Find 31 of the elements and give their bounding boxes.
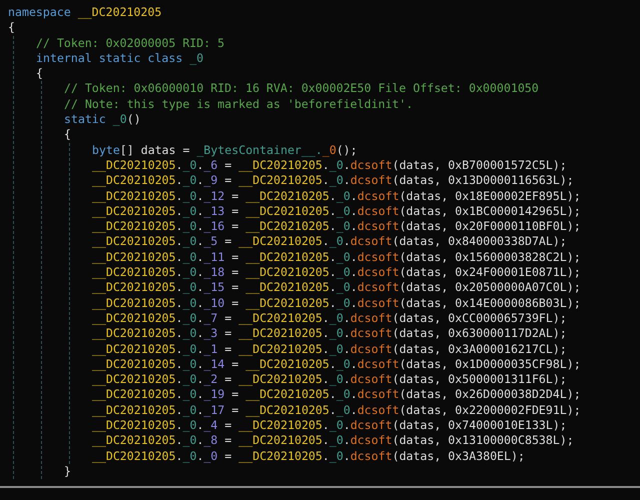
code-line: } bbox=[64, 464, 71, 480]
code-line: __DC20210205._0._0 = __DC20210205._0.dcsoft(datas, 0x3A380EL); bbox=[92, 448, 525, 464]
code-line: __DC20210205._0._11 = __DC20210205._0.dcsoft(datas, 0x15600003828C2L); bbox=[92, 250, 581, 266]
code-line: __DC20210205._0._17 = __DC20210205._0.dcsoft(datas, 0x22000002FDE91L); bbox=[92, 402, 581, 418]
code-line: __DC20210205._0._13 = __DC20210205._0.dcsoft(datas, 0x1BC0000142965L); bbox=[92, 204, 581, 220]
code-line: __DC20210205._0._5 = __DC20210205._0.dcsoft(datas, 0x840000338D7AL); bbox=[92, 234, 567, 250]
code-line: __DC20210205._0._8 = __DC20210205._0.dcsoft(datas, 0x13100000C8538L); bbox=[92, 433, 574, 449]
code-line: __DC20210205._0._2 = __DC20210205._0.dcsoft(datas, 0x5000001311F6L); bbox=[92, 372, 567, 388]
code-line: __DC20210205._0._9 = __DC20210205._0.dcsoft(datas, 0x13D0000116563L); bbox=[92, 173, 574, 189]
code-line: // Note: this type is marked as 'beforefieldinit'. bbox=[64, 96, 414, 112]
code-line: __DC20210205._0._1 = __DC20210205._0.dcsoft(datas, 0x3A000016217CL); bbox=[92, 342, 567, 357]
code-line: __DC20210205._0._16 = __DC20210205._0.dcsoft(datas, 0x20F0000110BF0L); bbox=[92, 219, 581, 234]
code-line: __DC20210205._0._7 = __DC20210205._0.dcsoft(datas, 0xCC000065739FL); bbox=[92, 310, 567, 326]
code-line: __DC20210205._0._4 = __DC20210205._0.dcsoft(datas, 0x74000010E133L); bbox=[92, 418, 567, 434]
code-line: byte[] datas = _BytesContainer__._0(); bbox=[92, 142, 358, 158]
code-line: __DC20210205._0._6 = __DC20210205._0.dcsoft(datas, 0xB700001572C5L); bbox=[92, 158, 567, 174]
code-line: // Token: 0x06000010 RID: 16 RVA: 0x00002E50 File Offset: 0x00001050 bbox=[64, 81, 539, 97]
code-line: __DC20210205._0._3 = __DC20210205._0.dcsoft(datas, 0x630000117D2AL); bbox=[92, 326, 567, 342]
code-line: __DC20210205._0._12 = __DC20210205._0.dcsoft(datas, 0x18E00002EF895L); bbox=[92, 188, 581, 204]
code-line: __DC20210205._0._15 = __DC20210205._0.dcsoft(datas, 0x20500000A07C0L); bbox=[92, 280, 581, 296]
code-line: { bbox=[36, 66, 43, 82]
code-line: __DC20210205._0._19 = __DC20210205._0.dcsoft(datas, 0x26D000038D2D4L); bbox=[92, 387, 581, 403]
code-line: internal static class _0 bbox=[36, 50, 204, 66]
code-line: static _0() bbox=[64, 112, 141, 128]
code-line: // Token: 0x02000005 RID: 5 bbox=[36, 36, 224, 51]
code-line: namespace __DC20210205 bbox=[8, 5, 162, 20]
code-line: __DC20210205._0._18 = __DC20210205._0.dcsoft(datas, 0x24F00001E0871L); bbox=[92, 265, 581, 280]
code-line: { bbox=[64, 127, 71, 143]
code-line: { bbox=[8, 20, 15, 36]
code-line: __DC20210205._0._10 = __DC20210205._0.dcsoft(datas, 0x14E0000086B03L); bbox=[92, 296, 581, 311]
code-line: __DC20210205._0._14 = __DC20210205._0.dcsoft(datas, 0x1D0000035CF98L); bbox=[92, 356, 581, 372]
